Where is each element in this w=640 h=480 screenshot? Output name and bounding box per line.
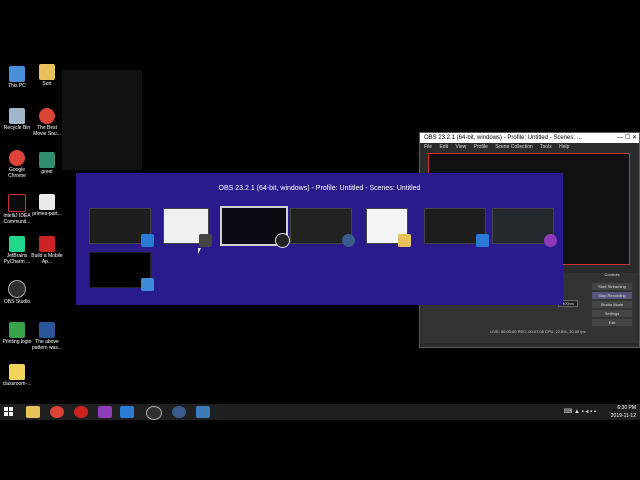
desktop-icon-recycle-bin[interactable]: Recycle Bin: [0, 108, 34, 131]
start-streaming-button[interactable]: Start Streaming: [592, 283, 632, 290]
desktop-icon-google-chrome[interactable]: Google Chrome: [0, 150, 34, 179]
folder-icon: [398, 234, 411, 247]
thumbnail-blank[interactable]: [89, 252, 154, 291]
menu-file[interactable]: File: [424, 144, 432, 150]
obs-titlebar[interactable]: OBS 23.2.1 (64-bit, windows) - Profile: …: [420, 133, 639, 143]
switcher-title: OBS 23.2.1 (64-bit, windows) - Profile: …: [218, 185, 421, 192]
desktop-icon-printing-login[interactable]: Printing login: [0, 322, 34, 345]
vscode-icon: [141, 234, 154, 247]
menu-help[interactable]: Help: [559, 144, 569, 150]
window-switcher: OBS 23.2.1 (64-bit, windows) - Profile: …: [76, 173, 563, 305]
github-icon: [544, 234, 557, 247]
studio-mode-button[interactable]: Studio Mode: [592, 301, 632, 308]
settings-button[interactable]: Settings: [592, 310, 632, 317]
desktop-icon-obs-studio[interactable]: OBS Studio: [0, 280, 34, 305]
windows-logo-icon: [9, 412, 13, 416]
pycharm-icon: [9, 236, 25, 252]
background-window: [62, 70, 142, 170]
menu-edit[interactable]: Edit: [439, 144, 448, 150]
pdf-icon: [39, 236, 55, 252]
desktop: This PC Sort Recycle Bin The Best Movie …: [0, 60, 640, 420]
recycle-bin-icon: [9, 108, 25, 124]
computer-icon: [9, 66, 25, 82]
taskbar-obs-icon[interactable]: [146, 406, 162, 420]
thumbnail-terminal[interactable]: [290, 208, 355, 247]
mouse-cursor: [198, 248, 201, 254]
system-tray[interactable]: ⌨ ▲ ▪ ◂ ▪ ▪: [564, 408, 596, 415]
clock-date: 2019-11-12: [610, 413, 636, 419]
thumbnail-vscode[interactable]: [89, 208, 154, 247]
desktop-icon-the-above-pattern[interactable]: The above pattern was...: [30, 322, 64, 351]
desktop-icon-primes-part[interactable]: primes-part...: [30, 194, 64, 217]
controls-header: Controls: [604, 272, 620, 277]
taskbar-vscode-icon[interactable]: [120, 406, 134, 418]
window-controls[interactable]: — ☐ ✕: [617, 133, 637, 143]
document-icon: [39, 194, 55, 210]
obs-status-bar: LIVE: 00:00:00 REC: 00:07:08 CPU: 22.8%,…: [490, 329, 586, 334]
start-button[interactable]: [4, 407, 14, 417]
taskbar-file-explorer-icon[interactable]: [26, 406, 40, 418]
thumbnail-obs-selected[interactable]: [220, 206, 290, 248]
desktop-icon-classroom[interactable]: classroom-...: [0, 364, 34, 387]
exit-button[interactable]: Exit: [592, 319, 632, 326]
desktop-icon-pycharm[interactable]: JetBrains PyCharm ...: [0, 236, 34, 265]
taskbar-github-icon[interactable]: [98, 406, 112, 418]
file-icon: [9, 364, 25, 380]
taskbar-chrome-icon[interactable]: [50, 406, 64, 418]
chrome-icon: [39, 108, 55, 124]
taskbar: ⌨ ▲ ▪ ◂ ▪ ▪ 6:30 PM 2019-11-12: [0, 404, 640, 420]
desktop-icon-sort[interactable]: Sort: [30, 64, 64, 87]
obs-icon: [8, 280, 26, 298]
window-icon: [141, 278, 154, 291]
clock[interactable]: 6:30 PM 2019-11-12: [611, 404, 636, 420]
menu-tools[interactable]: Tools: [540, 144, 552, 150]
intellij-icon: [8, 194, 26, 212]
desktop-icon-greet[interactable]: greet: [30, 152, 64, 175]
taskbar-git-icon[interactable]: [74, 406, 88, 418]
vscode-icon: [476, 234, 489, 247]
desktop-icon-the-best-movie[interactable]: The Best Movie Sou...: [30, 108, 64, 137]
pen-icon: [199, 234, 212, 247]
windows-logo-icon: [4, 407, 8, 411]
obs-menubar: File Edit View Profile Scene Collection …: [420, 143, 639, 151]
word-document-icon: [39, 322, 55, 338]
desktop-icon-build-mobile-app[interactable]: Build a Mobile Ap...: [30, 236, 64, 265]
obs-icon: [275, 233, 290, 248]
desktop-icon-this-pc[interactable]: This PC: [0, 66, 34, 89]
chrome-icon: [9, 150, 25, 166]
image-icon: [39, 152, 55, 168]
spreadsheet-icon: [9, 322, 25, 338]
thumbnail-github-desktop[interactable]: [492, 208, 557, 247]
windows-logo-icon: [9, 407, 13, 411]
stop-recording-button[interactable]: Stop Recording: [592, 292, 632, 299]
obs-window-title: OBS 23.2.1 (64-bit, windows) - Profile: …: [424, 135, 582, 141]
menu-view[interactable]: View: [455, 144, 466, 150]
taskbar-inkscape-icon[interactable]: [172, 406, 186, 418]
thumbnail-file-explorer[interactable]: [366, 208, 411, 247]
menu-scene-collection[interactable]: Scene Collection: [495, 144, 533, 150]
windows-logo-icon: [4, 412, 8, 416]
taskbar-python-icon[interactable]: [196, 406, 210, 418]
clock-time: 6:30 PM: [617, 405, 636, 411]
inkscape-icon: [342, 234, 355, 247]
thumbnail-browser[interactable]: [163, 208, 212, 247]
desktop-icon-intellij[interactable]: IntelliJ IDEA Communit...: [0, 194, 34, 225]
thumbnail-vscode-2[interactable]: [424, 208, 489, 247]
menu-profile[interactable]: Profile: [474, 144, 488, 150]
folder-icon: [39, 64, 55, 80]
